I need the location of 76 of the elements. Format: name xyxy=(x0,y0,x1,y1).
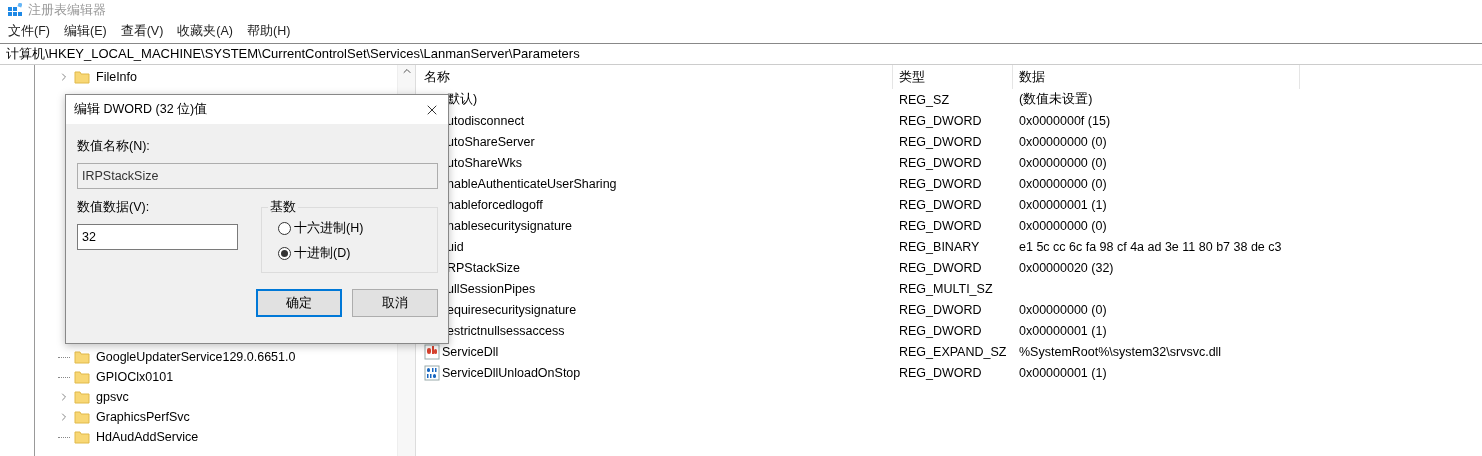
value-type: REG_DWORD xyxy=(898,197,983,212)
menu-item[interactable]: 文件(F) xyxy=(8,23,50,40)
dialog-title: 编辑 DWORD (32 位)值 xyxy=(74,101,208,118)
value-name[interactable]: equiresecuritysignature xyxy=(447,302,577,317)
tree-item[interactable]: GPIOClx0101 xyxy=(96,370,174,384)
binary-value-icon xyxy=(424,364,440,381)
value-type: REG_DWORD xyxy=(898,218,983,233)
value-type: REG_DWORD xyxy=(898,176,983,191)
app-icon xyxy=(8,3,22,17)
value-data: %SystemRoot%\system32\srvsvc.dll xyxy=(1018,344,1223,359)
value-type: REG_EXPAND_SZ xyxy=(898,344,1008,359)
value-type: REG_DWORD xyxy=(898,155,983,170)
name-field[interactable]: IRPStackSize xyxy=(77,163,438,189)
value-field[interactable]: 32 xyxy=(77,224,238,250)
value-name[interactable]: utoShareWks xyxy=(447,155,523,170)
value-data: 0x00000000 (0) xyxy=(1018,134,1108,149)
folder-icon xyxy=(74,369,90,385)
field-label: 数值数据(V): xyxy=(77,199,151,216)
value-name[interactable]: utodisconnect xyxy=(447,113,525,128)
radio-label[interactable]: 十六进制(H) xyxy=(294,220,364,237)
menu-item[interactable]: 帮助(H) xyxy=(247,23,291,40)
value-name[interactable]: nableAuthenticateUserSharing xyxy=(447,176,617,191)
radio-button[interactable] xyxy=(278,247,291,260)
value-name[interactable]: ullSessionPipes xyxy=(447,281,536,296)
tree-item[interactable]: GraphicsPerfSvc xyxy=(96,410,190,424)
value-type: REG_BINARY xyxy=(898,239,981,254)
tree-item[interactable]: gpsvc xyxy=(96,390,129,404)
value-data: (数值未设置) xyxy=(1018,91,1094,108)
value-type: REG_DWORD xyxy=(898,113,983,128)
tree-item[interactable]: HdAudAddService xyxy=(96,430,199,444)
value-type: REG_SZ xyxy=(898,92,950,107)
dialog-button[interactable]: 取消 xyxy=(352,289,438,317)
value-type: REG_DWORD xyxy=(898,302,983,317)
column-header[interactable]: 类型 xyxy=(893,65,1013,89)
address-bar[interactable]: 计算机\HKEY_LOCAL_MACHINE\SYSTEM\CurrentControlSet\Services\LanmanServer\Parameters xyxy=(0,43,1482,65)
value-name[interactable]: utoShareServer xyxy=(447,134,535,149)
value-type: REG_DWORD xyxy=(898,134,983,149)
value-name[interactable]: ServiceDll xyxy=(442,344,499,359)
menu-item[interactable]: 查看(V) xyxy=(120,23,164,40)
value-data: e1 5c cc 6c fa 98 cf 4a ad 3e 11 80 b7 38 de c3 xyxy=(1018,239,1283,254)
string-value-icon xyxy=(424,343,440,360)
value-type: REG_MULTI_SZ xyxy=(898,281,994,296)
value-name[interactable]: RPStackSize xyxy=(447,260,520,275)
menu-item[interactable]: 收藏夹(A) xyxy=(177,23,233,40)
group-label: 基数 xyxy=(269,199,297,216)
value-data: 0x00000000 (0) xyxy=(1018,155,1108,170)
value-data: 0x00000001 (1) xyxy=(1018,323,1108,338)
radio-label[interactable]: 十进制(D) xyxy=(294,245,351,262)
menu-item[interactable]: 编辑(E) xyxy=(63,23,107,40)
dialog-button[interactable]: 确定 xyxy=(256,289,342,317)
value-type: REG_DWORD xyxy=(898,323,983,338)
value-data: 0x0000000f (15) xyxy=(1018,113,1112,128)
folder-icon xyxy=(74,429,90,445)
folder-icon xyxy=(74,69,90,85)
value-name[interactable]: estrictnullsessaccess xyxy=(447,323,565,338)
value-data: 0x00000001 (1) xyxy=(1018,365,1108,380)
value-data: 0x00000000 (0) xyxy=(1018,218,1108,233)
value-data: 0x00000020 (32) xyxy=(1018,260,1115,275)
value-data: 0x00000001 (1) xyxy=(1018,197,1108,212)
folder-icon xyxy=(74,409,90,425)
value-type: REG_DWORD xyxy=(898,365,983,380)
radio-button[interactable] xyxy=(278,222,291,235)
value-data: 0x00000000 (0) xyxy=(1018,176,1108,191)
column-header[interactable]: 名称 xyxy=(418,65,893,89)
column-header[interactable]: 数据 xyxy=(1013,65,1300,89)
value-data: 0x00000000 (0) xyxy=(1018,302,1108,317)
window-title: 注册表编辑器 xyxy=(28,1,106,19)
value-type: REG_DWORD xyxy=(898,260,983,275)
value-name[interactable]: ServiceDllUnloadOnStop xyxy=(442,365,581,380)
tree-item[interactable]: GoogleUpdaterService129.0.6651.0 xyxy=(96,350,296,364)
tree-item[interactable]: FileInfo xyxy=(96,70,137,84)
value-name[interactable]: nablesecuritysignature xyxy=(447,218,573,233)
value-name[interactable]: nableforcedlogoff xyxy=(447,197,543,212)
folder-icon xyxy=(74,389,90,405)
field-label: 数值名称(N): xyxy=(77,138,151,155)
folder-icon xyxy=(74,349,90,365)
